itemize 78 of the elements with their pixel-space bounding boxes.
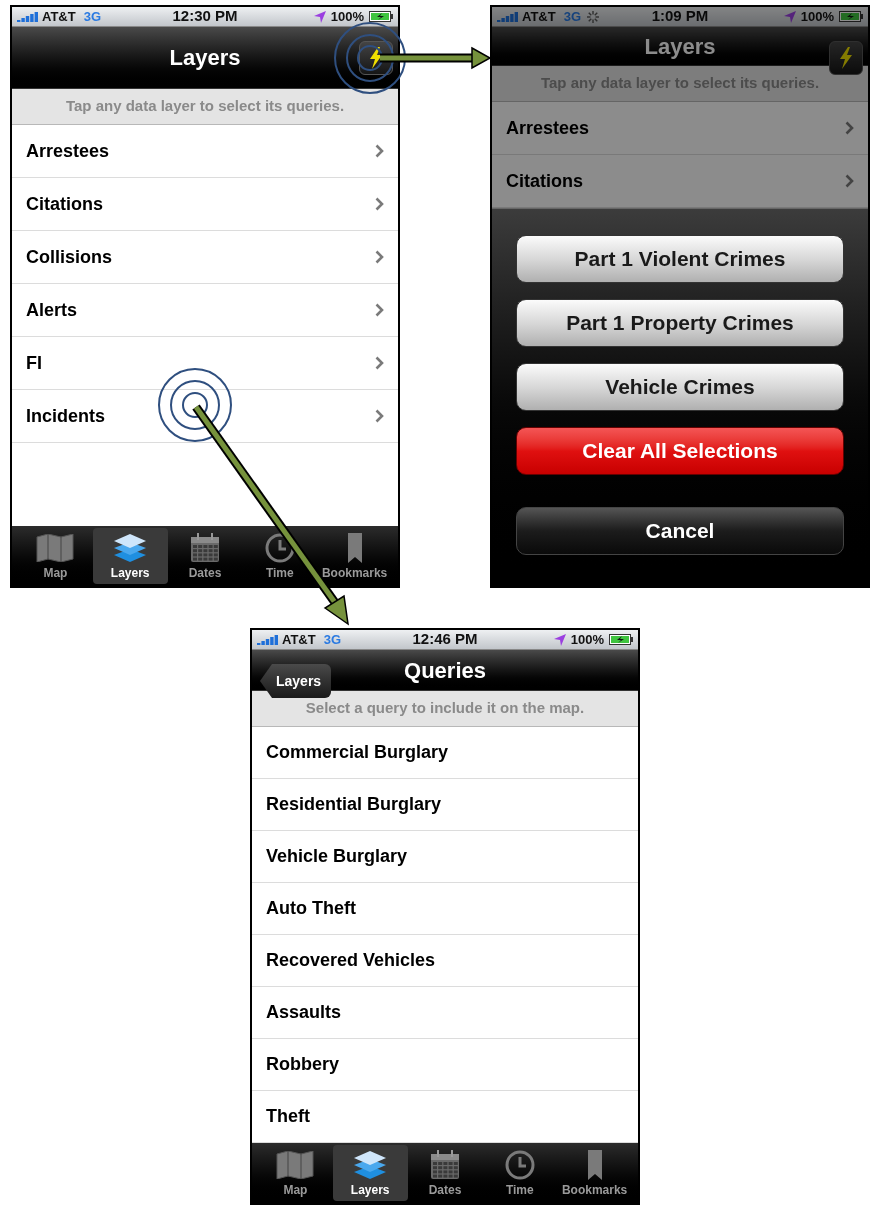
network-type: 3G bbox=[83, 7, 102, 26]
hint-text: Select a query to include it on the map. bbox=[305, 698, 585, 719]
calendar-icon bbox=[190, 533, 220, 563]
battery-percent: 100% bbox=[800, 7, 834, 26]
lightning-bolt-icon bbox=[369, 47, 383, 69]
action-sheet-button[interactable]: Cancel bbox=[516, 507, 844, 555]
layers-icon bbox=[113, 533, 148, 563]
layers-icon bbox=[353, 1150, 388, 1180]
clock-icon bbox=[504, 1150, 535, 1180]
chevron-right-icon bbox=[375, 144, 384, 158]
list-row[interactable]: FI bbox=[12, 337, 398, 390]
nav-title: Layers bbox=[169, 44, 241, 72]
nav-title: Layers bbox=[644, 32, 716, 61]
battery-charging-icon bbox=[839, 11, 863, 22]
folded-map-icon bbox=[276, 1151, 315, 1179]
list-row[interactable]: Residential Burglary bbox=[252, 779, 638, 831]
location-arrow-icon bbox=[553, 633, 566, 646]
back-button[interactable]: Layers bbox=[260, 664, 332, 698]
list-row[interactable]: Alerts bbox=[12, 284, 398, 337]
list-row[interactable]: Arrestees bbox=[12, 125, 398, 178]
tab-item[interactable]: Time bbox=[242, 528, 318, 584]
bookmark-icon bbox=[587, 1150, 602, 1180]
battery-charging-icon bbox=[369, 11, 393, 22]
tab-item[interactable]: Bookmarks bbox=[317, 528, 392, 584]
bookmark-icon bbox=[347, 533, 362, 563]
location-arrow-icon bbox=[783, 10, 796, 23]
status-time: 1:09 PM bbox=[651, 7, 709, 27]
list-row[interactable]: Collisions bbox=[12, 231, 398, 284]
calendar-icon bbox=[430, 1150, 460, 1180]
tab-item[interactable]: Layers bbox=[92, 528, 168, 584]
list-row[interactable]: Recovered Vehicles bbox=[252, 935, 638, 987]
callout-rings bbox=[334, 22, 406, 94]
tab-item[interactable]: Map bbox=[18, 528, 93, 584]
battery-percent: 100% bbox=[570, 630, 604, 649]
network-type: 3G bbox=[323, 630, 342, 649]
chevron-right-icon bbox=[845, 174, 854, 188]
folded-map-icon bbox=[36, 534, 75, 562]
list-row[interactable]: Incidents bbox=[12, 390, 398, 443]
list-row[interactable]: Assaults bbox=[252, 987, 638, 1039]
list-row[interactable]: Commercial Burglary bbox=[252, 727, 638, 779]
chevron-right-icon bbox=[375, 356, 384, 370]
chevron-right-icon bbox=[375, 197, 384, 211]
tab-item[interactable]: Time bbox=[482, 1145, 558, 1201]
network-type: 3G bbox=[563, 7, 582, 26]
carrier-name: AT&T bbox=[42, 7, 76, 26]
tab-item[interactable]: Map bbox=[258, 1145, 333, 1201]
battery-percent: 100% bbox=[330, 7, 364, 26]
battery-charging-icon bbox=[609, 634, 633, 645]
action-sheet-button[interactable]: Clear All Selections bbox=[516, 427, 844, 475]
clock-icon bbox=[264, 533, 295, 563]
list-row[interactable]: Auto Theft bbox=[252, 883, 638, 935]
location-arrow-icon bbox=[313, 10, 326, 23]
list-row[interactable]: Robbery bbox=[252, 1039, 638, 1091]
tab-item[interactable]: Dates bbox=[407, 1145, 483, 1201]
chevron-right-icon bbox=[375, 250, 384, 264]
lightning-bolt-icon bbox=[839, 47, 853, 69]
list-row[interactable]: Citations bbox=[12, 178, 398, 231]
carrier-name: AT&T bbox=[282, 630, 316, 649]
signal-bars-icon bbox=[257, 634, 279, 645]
status-time: 12:30 PM bbox=[172, 7, 238, 27]
list-row[interactable]: Arrestees bbox=[492, 102, 868, 155]
status-time: 12:46 PM bbox=[412, 630, 478, 650]
signal-bars-icon bbox=[497, 11, 519, 22]
hint-text: Tap any data layer to select its queries. bbox=[65, 96, 345, 117]
carrier-name: AT&T bbox=[522, 7, 556, 26]
list-row[interactable]: Vehicle Burglary bbox=[252, 831, 638, 883]
tab-item[interactable]: Layers bbox=[332, 1145, 408, 1201]
chevron-right-icon bbox=[845, 121, 854, 135]
action-sheet-button[interactable]: Part 1 Violent Crimes bbox=[516, 235, 844, 283]
signal-bars-icon bbox=[17, 11, 39, 22]
tab-item[interactable]: Bookmarks bbox=[557, 1145, 632, 1201]
chevron-right-icon bbox=[375, 409, 384, 423]
tab-item[interactable]: Dates bbox=[167, 528, 243, 584]
action-sheet-button[interactable]: Vehicle Crimes bbox=[516, 363, 844, 411]
chevron-right-icon bbox=[375, 303, 384, 317]
nav-title: Queries bbox=[404, 656, 486, 685]
action-sheet-button[interactable]: Part 1 Property Crimes bbox=[516, 299, 844, 347]
activity-spinner-icon bbox=[587, 10, 600, 23]
